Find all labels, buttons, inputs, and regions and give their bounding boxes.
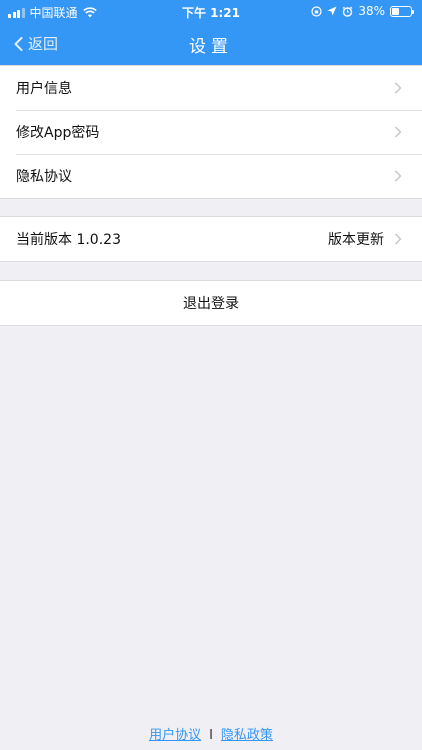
row-label: 修改App密码 <box>16 125 100 141</box>
settings-group-account: 用户信息 修改App密码 隐私协议 <box>0 65 422 199</box>
row-label: 用户信息 <box>16 81 72 97</box>
footer-links: 用户协议 I 隐私政策 <box>0 724 422 743</box>
location-icon <box>327 6 337 16</box>
current-version-label: 当前版本 1.0.23 <box>16 232 121 248</box>
row-label: 隐私协议 <box>16 169 72 185</box>
navigation-bar: 返回 设置 <box>0 22 422 65</box>
lock-rotation-icon <box>311 5 322 17</box>
privacy-policy-link[interactable]: 隐私政策 <box>221 728 273 743</box>
status-right: 38% <box>311 4 414 18</box>
row-user-info[interactable]: 用户信息 <box>0 66 422 110</box>
page-title: 设置 <box>189 37 233 57</box>
battery-percent: 38% <box>358 4 385 18</box>
battery-icon <box>390 5 414 17</box>
logout-label: 退出登录 <box>183 296 239 312</box>
row-version-update[interactable]: 当前版本 1.0.23 版本更新 <box>0 217 422 261</box>
chevron-right-icon <box>395 82 402 94</box>
alarm-icon <box>342 6 353 17</box>
logout-button[interactable]: 退出登录 <box>0 281 422 325</box>
user-agreement-link[interactable]: 用户协议 <box>149 728 201 743</box>
chevron-right-icon <box>395 170 402 182</box>
settings-group-version: 当前版本 1.0.23 版本更新 <box>0 216 422 262</box>
settings-group-logout: 退出登录 <box>0 280 422 326</box>
status-bar: 中国联通 下午 1:21 38% <box>0 0 422 22</box>
header-area: 中国联通 下午 1:21 38% 返回 设置 <box>0 0 422 65</box>
row-change-password[interactable]: 修改App密码 <box>0 110 422 154</box>
version-update-label: 版本更新 <box>328 232 384 248</box>
footer-separator: I <box>209 728 213 743</box>
row-privacy-agreement[interactable]: 隐私协议 <box>0 154 422 198</box>
chevron-right-icon <box>395 126 402 138</box>
chevron-right-icon <box>395 233 402 245</box>
